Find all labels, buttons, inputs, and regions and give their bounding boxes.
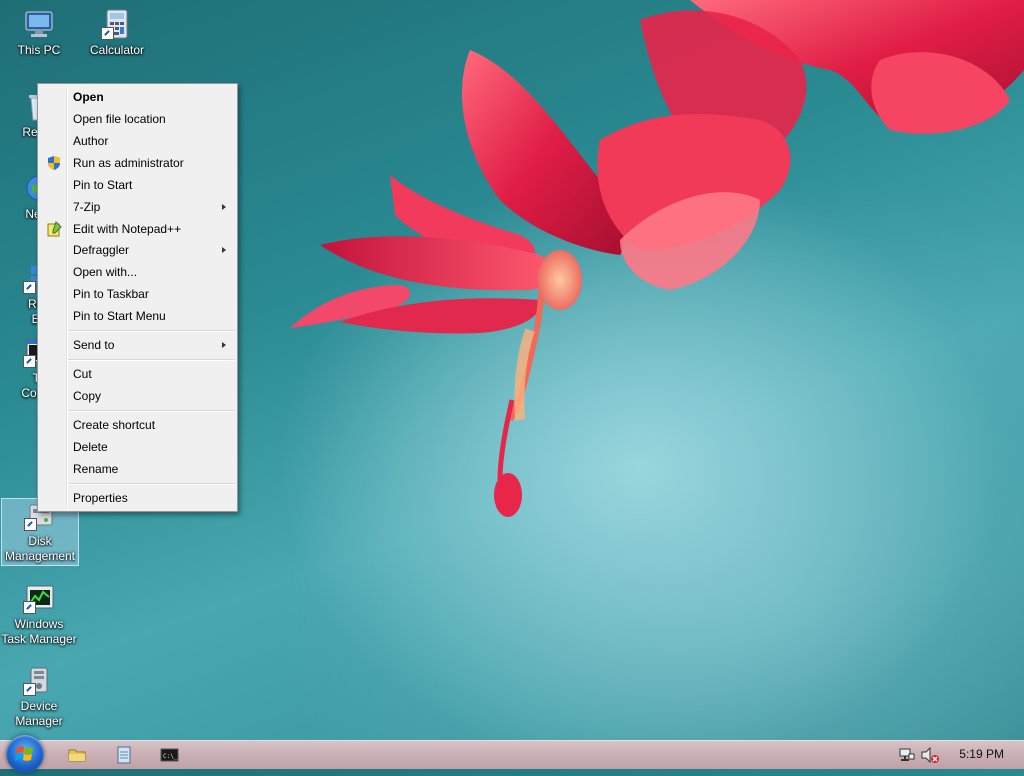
menu-item-label: Run as administrator <box>73 156 184 170</box>
menu-item-create-shortcut[interactable]: Create shortcut <box>40 414 235 436</box>
file-explorer-icon <box>68 749 86 762</box>
desktop-icon-label-line1: Disk <box>28 534 52 548</box>
menu-separator <box>68 410 235 412</box>
menu-item-run-as-administrator[interactable]: Run as administrator <box>40 152 235 174</box>
desktop-icon-label: This PC <box>17 43 61 57</box>
tray-volume-button[interactable] <box>920 745 940 765</box>
desktop-icon-this-pc[interactable]: This PC <box>1 8 77 58</box>
shortcut-arrow-icon <box>23 683 36 696</box>
start-button[interactable] <box>6 735 44 773</box>
taskbar-command-prompt-button[interactable]: C:\_ <box>160 745 180 765</box>
menu-item-label: Properties <box>73 491 128 505</box>
menu-item-open[interactable]: Open <box>40 86 235 108</box>
menu-item-label: Create shortcut <box>73 418 156 432</box>
menu-item-copy[interactable]: Copy <box>40 385 235 407</box>
notepad-icon <box>117 746 131 764</box>
uac-shield-icon <box>46 155 62 171</box>
menu-item-label: Send to <box>73 338 115 352</box>
menu-item-label: Rename <box>73 462 119 476</box>
volume-muted-icon <box>921 746 939 764</box>
command-prompt-icon: C:\_ <box>160 748 179 762</box>
tray-clock[interactable]: 5:19 PM <box>959 747 1004 761</box>
menu-item-properties[interactable]: Properties <box>40 487 235 509</box>
menu-separator <box>68 359 235 361</box>
desktop-icon-label-line2: Manager <box>15 714 63 728</box>
menu-item-label: Pin to Start Menu <box>73 309 166 323</box>
submenu-arrow-icon <box>222 204 226 210</box>
menu-item-defraggler[interactable]: Defraggler <box>40 239 235 261</box>
menu-item-delete[interactable]: Delete <box>40 436 235 458</box>
shortcut-arrow-icon <box>23 281 36 294</box>
menu-item-pin-to-taskbar[interactable]: Pin to Taskbar <box>40 283 235 305</box>
notepad-plus-plus-icon <box>46 221 62 237</box>
taskbar: C:\_ 5:19 PM <box>0 735 1024 773</box>
desktop-icon-label-line2: Task Manager <box>1 632 77 646</box>
menu-item-label: Pin to Start <box>73 178 133 192</box>
menu-separator <box>68 330 235 332</box>
menu-separator <box>68 483 235 485</box>
computer-icon <box>23 8 55 40</box>
menu-item-label: Pin to Taskbar <box>73 287 149 301</box>
desktop-icon-label-line1: Windows <box>14 617 64 631</box>
desktop-icon-label-line1: Device <box>20 699 58 713</box>
submenu-arrow-icon <box>222 342 226 348</box>
menu-item-label: Open file location <box>73 112 166 126</box>
shortcut-arrow-icon <box>23 355 36 368</box>
desktop-icon-device-manager[interactable]: Device Manager <box>1 664 77 729</box>
menu-item-edit-with-notepad-plus-plus[interactable]: Edit with Notepad++ <box>40 218 235 240</box>
device-manager-icon <box>23 664 55 696</box>
menu-item-label: Edit with Notepad++ <box>73 222 182 236</box>
calculator-icon <box>101 8 133 40</box>
desktop-icon-label-line2: Management <box>4 549 76 563</box>
menu-item-label: 7-Zip <box>73 200 101 214</box>
desktop-icon-calculator[interactable]: Calculator <box>79 8 155 58</box>
task-manager-icon <box>23 582 55 614</box>
menu-item-label: Author <box>73 134 109 148</box>
submenu-arrow-icon <box>222 247 226 253</box>
menu-item-cut[interactable]: Cut <box>40 363 235 385</box>
shortcut-arrow-icon <box>101 27 114 40</box>
menu-item-rename[interactable]: Rename <box>40 458 235 480</box>
menu-item-open-file-location[interactable]: Open file location <box>40 108 235 130</box>
menu-item-author[interactable]: Author <box>40 130 235 152</box>
windows-orb-icon <box>15 746 33 761</box>
menu-item-label: Open <box>73 90 104 104</box>
desktop-icon-task-manager[interactable]: Windows Task Manager <box>1 582 77 647</box>
taskbar-file-explorer-button[interactable] <box>67 745 87 765</box>
menu-item-label: Open with... <box>73 265 138 279</box>
svg-text:C:\_: C:\_ <box>163 753 178 760</box>
tray-network-button[interactable] <box>897 745 917 765</box>
menu-item-label: Defraggler <box>73 243 130 257</box>
context-menu: Open Open file location Author Run as ad… <box>37 83 238 512</box>
menu-item-pin-to-start-menu[interactable]: Pin to Start Menu <box>40 305 235 327</box>
shortcut-arrow-icon <box>24 518 37 531</box>
shortcut-arrow-icon <box>23 601 36 614</box>
menu-item-label: Delete <box>73 440 108 454</box>
menu-item-label: Copy <box>73 389 102 403</box>
network-tray-icon <box>899 748 915 761</box>
menu-item-7-zip[interactable]: 7-Zip <box>40 196 235 218</box>
menu-item-send-to[interactable]: Send to <box>40 334 235 356</box>
taskbar-notepad-button[interactable] <box>114 745 134 765</box>
menu-item-open-with[interactable]: Open with... <box>40 261 235 283</box>
menu-item-label: Cut <box>73 367 92 381</box>
menu-item-pin-to-start[interactable]: Pin to Start <box>40 174 235 196</box>
desktop-icon-label: Calculator <box>89 43 145 57</box>
